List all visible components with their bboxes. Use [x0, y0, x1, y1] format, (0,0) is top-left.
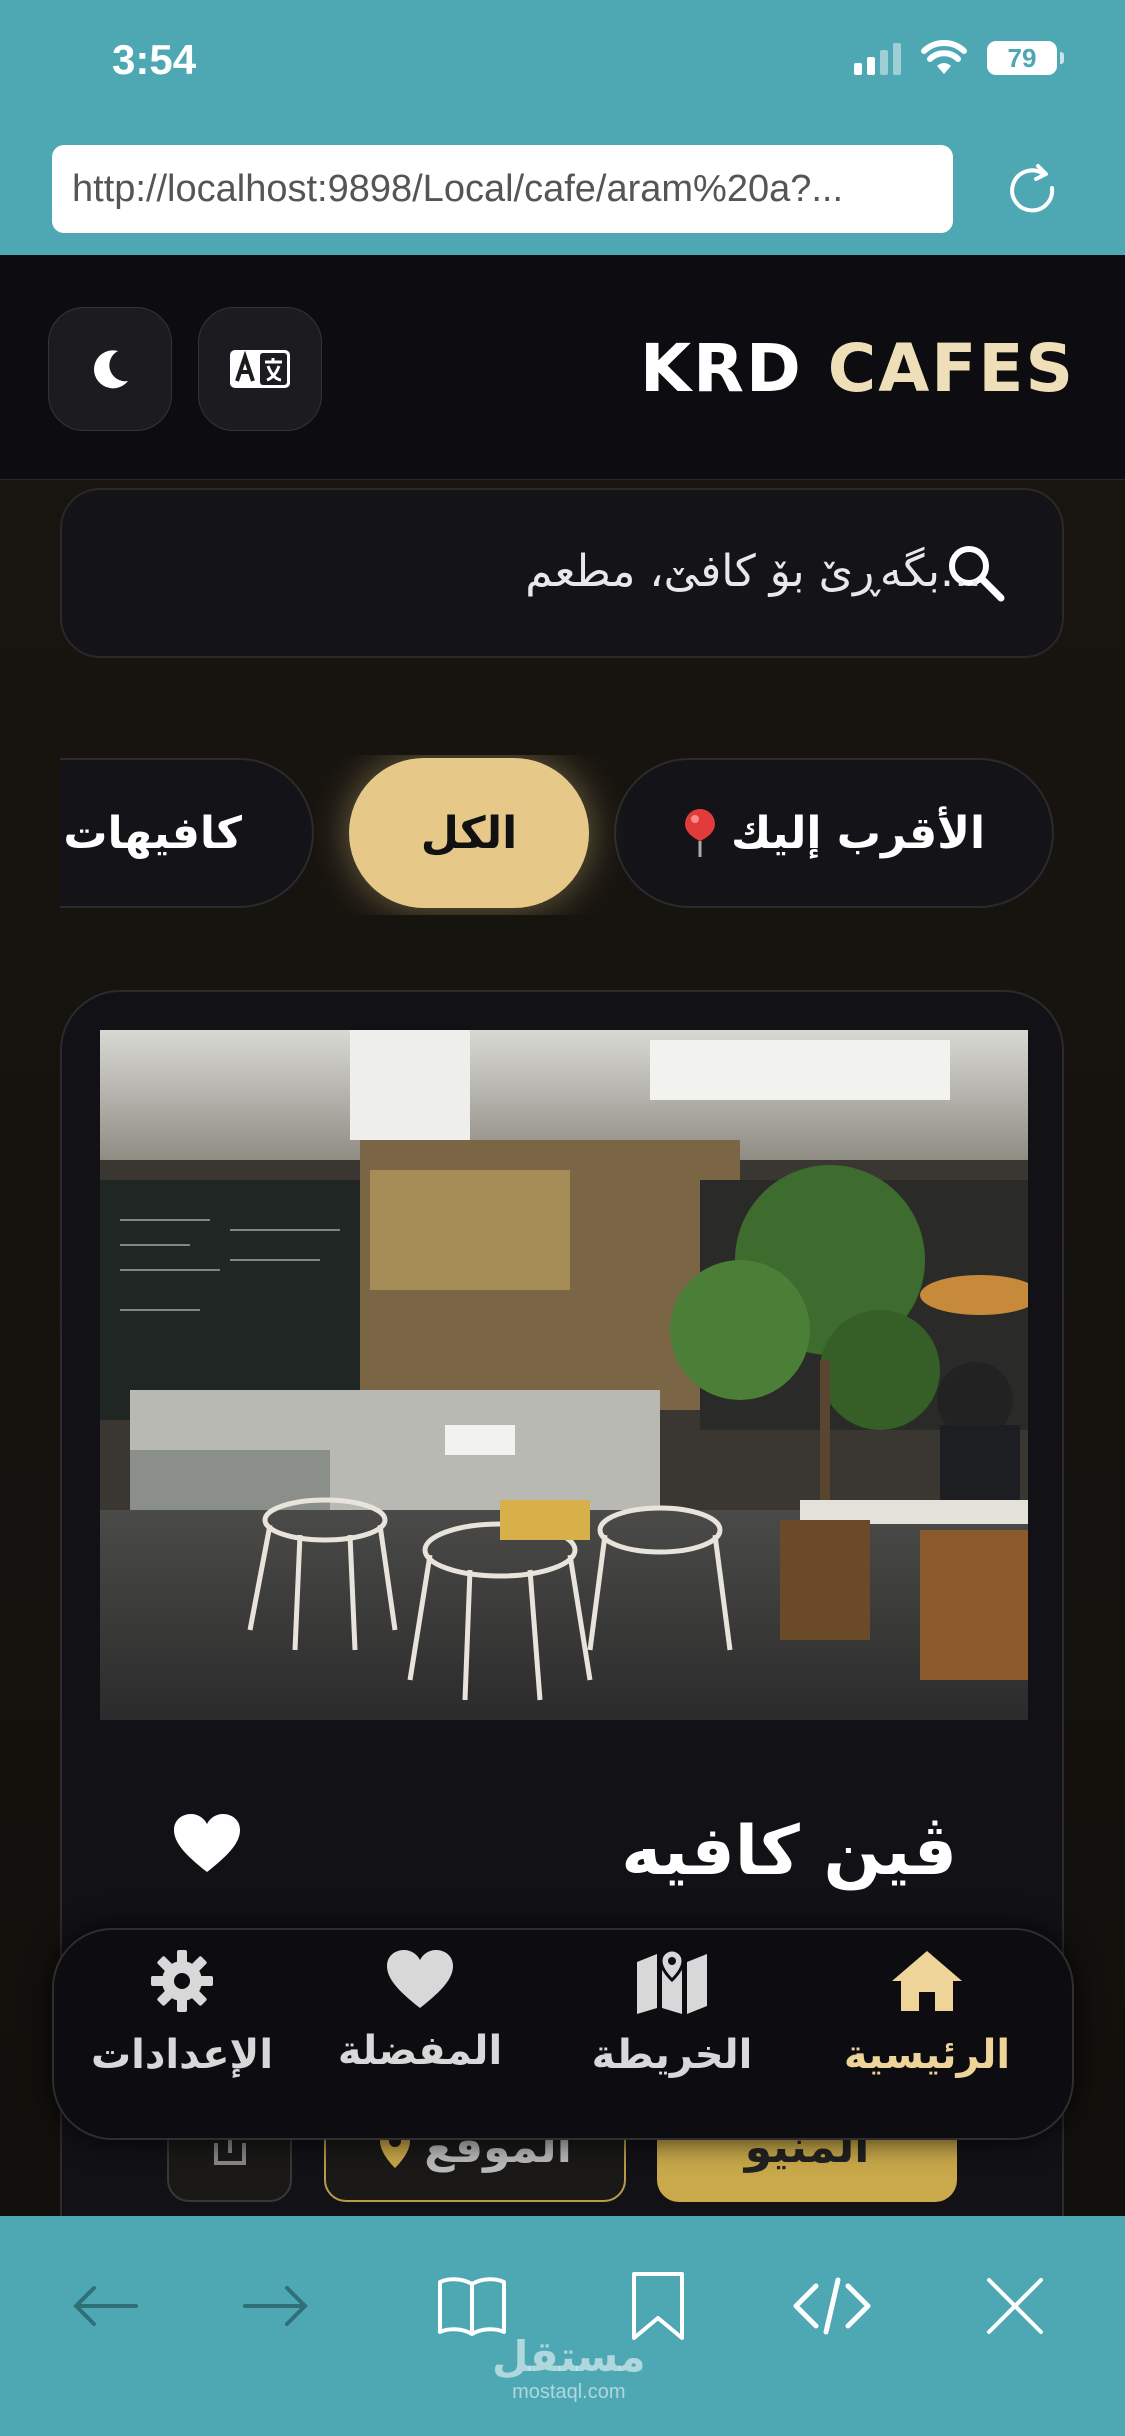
- cellular-signal-icon: [854, 41, 901, 75]
- nav-home[interactable]: الرئيسية: [812, 1948, 1042, 2128]
- status-icons: 79: [854, 40, 1064, 76]
- nav-map[interactable]: الخريطة: [557, 1948, 787, 2128]
- chip-all[interactable]: الكل: [349, 758, 589, 908]
- bottom-navigation: الرئيسية الخريطة المفضلة الإعدادات: [52, 1928, 1074, 2140]
- nav-home-label: الرئيسية: [843, 2032, 1011, 2078]
- browser-toolbar: مستقل mostaql.com: [0, 2216, 1125, 2436]
- chip-nearest-label: الأقرب إليك: [730, 807, 986, 859]
- brand-part2: CAFES: [827, 330, 1075, 407]
- browser-top-bar: 3:54 79 http://localhost:9898/Local/cafe…: [0, 0, 1125, 255]
- pin-icon: [684, 809, 715, 857]
- map-icon: [637, 1948, 707, 2014]
- watermark: مستقل mostaql.com: [492, 2332, 646, 2404]
- code-icon[interactable]: [792, 2266, 872, 2346]
- heart-icon: [387, 1950, 453, 2008]
- cafe-photo: [100, 1030, 1028, 1720]
- search-input[interactable]: ...بگەڕێ بۆ کافێ، مطعم: [525, 546, 982, 597]
- forward-arrow-icon[interactable]: [235, 2266, 315, 2346]
- chip-all-label: الكل: [420, 807, 518, 859]
- nav-settings-label: الإعدادات: [90, 2032, 274, 2078]
- favorite-heart-icon[interactable]: [172, 1812, 242, 1874]
- brand-part1: KRD: [640, 330, 803, 407]
- watermark-arabic: مستقل: [492, 2332, 646, 2381]
- chip-cafes-label: كافيهات: [63, 807, 242, 859]
- watermark-domain: mostaql.com: [512, 2381, 626, 2403]
- url-text: http://localhost:9898/Local/cafe/aram%20…: [72, 167, 844, 210]
- nav-favorites[interactable]: المفضلة: [305, 1948, 535, 2128]
- nav-settings[interactable]: الإعدادات: [67, 1948, 297, 2128]
- back-arrow-icon[interactable]: [66, 2266, 146, 2346]
- nav-favorites-label: المفضلة: [337, 2028, 503, 2074]
- language-button[interactable]: [198, 307, 322, 431]
- moon-icon: [94, 350, 128, 389]
- filter-chips: الأقرب إليك الكل كافيهات: [60, 755, 1064, 915]
- close-icon[interactable]: [975, 2266, 1055, 2346]
- status-time: 3:54: [112, 36, 197, 83]
- battery-icon: 79: [987, 41, 1064, 75]
- translate-icon: [230, 350, 290, 388]
- reload-icon[interactable]: [1000, 158, 1066, 224]
- chip-cafes[interactable]: كافيهات: [60, 758, 314, 908]
- home-icon: [892, 1951, 962, 2011]
- app-header: KRD CAFES: [0, 255, 1125, 480]
- search-box[interactable]: ...بگەڕێ بۆ کافێ، مطعم: [60, 488, 1064, 658]
- cafe-name: ڤين كافيه: [621, 1812, 957, 1891]
- wifi-icon: [921, 40, 967, 74]
- dark-mode-toggle[interactable]: [48, 307, 172, 431]
- brand-logo[interactable]: KRD CAFES: [640, 330, 1075, 407]
- url-field[interactable]: http://localhost:9898/Local/cafe/aram%20…: [52, 145, 953, 233]
- nav-map-label: الخريطة: [591, 2032, 753, 2078]
- gear-icon: [151, 1950, 213, 2012]
- chip-nearest[interactable]: الأقرب إليك: [614, 758, 1054, 908]
